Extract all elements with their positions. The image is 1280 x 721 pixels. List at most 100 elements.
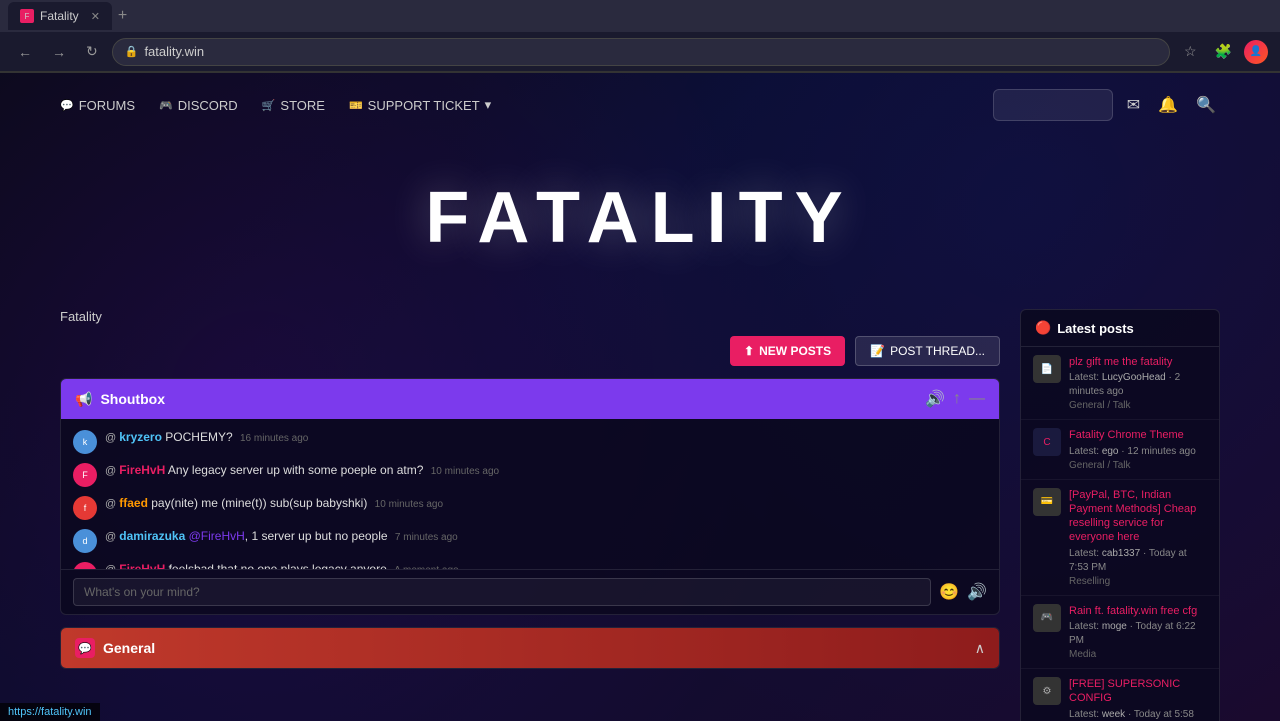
nav-forums[interactable]: 💬 FORUMS xyxy=(60,98,135,113)
bookmark-button[interactable]: ☆ xyxy=(1178,39,1203,64)
avatar: F xyxy=(73,562,97,569)
action-bar: ⬆ NEW POSTS 📝 POST THREAD... xyxy=(60,336,1000,366)
nav-store[interactable]: 🛒 STORE xyxy=(262,98,325,113)
message-row: f @ ffaed pay(nite) me (mine(t)) sub(sup… xyxy=(61,491,999,524)
main-content: Fatality ⬆ NEW POSTS 📝 POST THREAD... 📢 … xyxy=(0,309,1280,721)
avatar: F xyxy=(73,463,97,487)
section-title: General xyxy=(103,640,155,656)
message-row: F @ FireHvH feelsbad that no one plays l… xyxy=(61,557,999,569)
post-item: 🎮 Rain ft. fatality.win free cfg Latest:… xyxy=(1021,596,1219,669)
site-nav: 💬 FORUMS 🎮 DISCORD 🛒 STORE 🎫 SUPPORT TIC… xyxy=(0,73,1280,137)
msg-username[interactable]: FireHvH xyxy=(119,562,165,569)
post-thread-icon: 📝 xyxy=(870,344,885,358)
section-collapse-button[interactable]: ∧ xyxy=(975,640,985,657)
post-title-link[interactable]: [FREE] SUPERSONIC CONFIG xyxy=(1069,677,1207,706)
post-meta: Latest: week · Today at 5:58 PM xyxy=(1069,708,1207,721)
post-title-link[interactable]: Rain ft. fatality.win free cfg xyxy=(1069,604,1207,618)
avatar: k xyxy=(73,430,97,454)
post-item: 📄 plz gift me the fatality Latest: LucyG… xyxy=(1021,347,1219,420)
nav-search-box[interactable] xyxy=(993,89,1113,121)
msg-username[interactable]: FireHvH xyxy=(119,463,165,477)
nav-right: ✉ 🔔 🔍 xyxy=(993,89,1220,121)
section-icon: 💬 xyxy=(75,638,95,658)
post-item: 💳 [PayPal, BTC, Indian Payment Methods] … xyxy=(1021,480,1219,596)
browser-title-bar: F Fatality ✕ + xyxy=(0,0,1280,32)
shoutbox-input-row: 😊 🔊 xyxy=(61,569,999,614)
browser-tab[interactable]: F Fatality ✕ xyxy=(8,2,112,30)
forums-icon: 💬 xyxy=(60,99,74,112)
post-meta: Latest: ego · 12 minutes ago xyxy=(1069,445,1207,459)
discord-icon: 🎮 xyxy=(159,99,173,112)
post-title-link[interactable]: [PayPal, BTC, Indian Payment Methods] Ch… xyxy=(1069,488,1207,545)
section-title-area: 💬 General xyxy=(75,638,155,658)
extensions-button[interactable]: 🧩 xyxy=(1209,39,1238,64)
content-left: Fatality ⬆ NEW POSTS 📝 POST THREAD... 📢 … xyxy=(60,309,1000,721)
section-header: 💬 General ∧ xyxy=(61,628,999,668)
hero-title: FATALITY xyxy=(0,177,1280,259)
tab-close-button[interactable]: ✕ xyxy=(91,10,100,23)
back-button[interactable]: ← xyxy=(12,40,38,64)
address-bar[interactable]: 🔒 fatality.win xyxy=(112,38,1170,66)
avatar: d xyxy=(73,529,97,553)
shoutbox-expand-button[interactable]: ↑ xyxy=(953,390,961,408)
post-category: Media xyxy=(1069,649,1207,660)
browser-toolbar: ← → ↻ 🔒 fatality.win ☆ 🧩 👤 xyxy=(0,32,1280,72)
shoutbox-messages[interactable]: k @ kryzero POCHEMY? 16 minutes ago F @ … xyxy=(61,419,999,569)
post-item: ⚙ [FREE] SUPERSONIC CONFIG Latest: week … xyxy=(1021,669,1219,721)
website-content: 💬 FORUMS 🎮 DISCORD 🛒 STORE 🎫 SUPPORT TIC… xyxy=(0,73,1280,721)
shoutbox-minimize-button[interactable]: — xyxy=(969,390,985,408)
shoutbox-header: 📢 Shoutbox 🔊 ↑ — xyxy=(61,379,999,419)
post-thumbnail: 📄 xyxy=(1033,355,1061,383)
latest-posts-panel: 🔴 Latest posts 📄 plz gift me the fatalit… xyxy=(1020,309,1220,721)
post-category: General / Talk xyxy=(1069,460,1207,471)
refresh-button[interactable]: ↻ xyxy=(80,39,104,64)
message-row: k @ kryzero POCHEMY? 16 minutes ago xyxy=(61,425,999,458)
store-icon: 🛒 xyxy=(262,99,276,112)
post-category: Reselling xyxy=(1069,576,1207,587)
post-title-link[interactable]: plz gift me the fatality xyxy=(1069,355,1207,369)
nav-links: 💬 FORUMS 🎮 DISCORD 🛒 STORE 🎫 SUPPORT TIC… xyxy=(60,97,491,113)
new-posts-icon: ⬆ xyxy=(744,344,754,358)
browser-chrome: F Fatality ✕ + ← → ↻ 🔒 fatality.win ☆ 🧩 … xyxy=(0,0,1280,73)
message-row: d @ damirazuka @FireHvH, 1 server up but… xyxy=(61,524,999,557)
nav-notifications-button[interactable]: 🔔 xyxy=(1154,91,1182,119)
post-thumbnail: ⚙ xyxy=(1033,677,1061,705)
nav-search-button[interactable]: 🔍 xyxy=(1192,91,1220,119)
post-meta: Latest: LucyGooHead · 2 minutes ago xyxy=(1069,371,1207,399)
post-meta: Latest: cab1337 · Today at 7:53 PM xyxy=(1069,547,1207,575)
shoutbox-title: 📢 Shoutbox xyxy=(75,391,165,408)
shoutbox: 📢 Shoutbox 🔊 ↑ — k @ kryzero xyxy=(60,378,1000,615)
latest-posts-header: 🔴 Latest posts xyxy=(1021,310,1219,347)
new-tab-button[interactable]: + xyxy=(112,7,133,25)
msg-username[interactable]: damirazuka xyxy=(119,529,185,543)
shoutbox-chat-button[interactable]: 🔊 xyxy=(967,582,987,602)
post-category: General / Talk xyxy=(1069,400,1207,411)
shoutbox-controls: 🔊 ↑ — xyxy=(925,389,985,409)
post-thumbnail: C xyxy=(1033,428,1061,456)
shoutbox-icon: 📢 xyxy=(75,391,92,408)
ticket-icon: 🎫 xyxy=(349,99,363,112)
nav-message-button[interactable]: ✉ xyxy=(1123,91,1144,119)
emoji-button[interactable]: 😊 xyxy=(939,582,959,602)
tab-favicon: F xyxy=(20,9,34,23)
latest-posts-title: Latest posts xyxy=(1057,321,1134,336)
forward-button[interactable]: → xyxy=(46,40,72,64)
nav-discord[interactable]: 🎮 DISCORD xyxy=(159,98,238,113)
new-posts-button[interactable]: ⬆ NEW POSTS xyxy=(730,336,845,366)
hero-section: FATALITY xyxy=(0,137,1280,309)
lock-icon: 🔒 xyxy=(125,45,139,58)
browser-profile-button[interactable]: 👤 xyxy=(1244,40,1268,64)
post-thread-button[interactable]: 📝 POST THREAD... xyxy=(855,336,1000,366)
msg-username[interactable]: ffaed xyxy=(119,496,148,510)
post-thumbnail: 💳 xyxy=(1033,488,1061,516)
shoutbox-sound-button[interactable]: 🔊 xyxy=(925,389,945,409)
avatar: f xyxy=(73,496,97,520)
msg-username[interactable]: kryzero xyxy=(119,430,162,444)
shoutbox-input[interactable] xyxy=(73,578,931,606)
post-title-link[interactable]: Fatality Chrome Theme xyxy=(1069,428,1207,442)
browser-actions: ☆ 🧩 👤 xyxy=(1178,39,1268,64)
nav-support-ticket[interactable]: 🎫 SUPPORT TICKET ▾ xyxy=(349,97,491,113)
general-section: 💬 General ∧ xyxy=(60,627,1000,669)
sidebar-right: 🔴 Latest posts 📄 plz gift me the fatalit… xyxy=(1020,309,1220,721)
post-item: C Fatality Chrome Theme Latest: ego · 12… xyxy=(1021,420,1219,479)
